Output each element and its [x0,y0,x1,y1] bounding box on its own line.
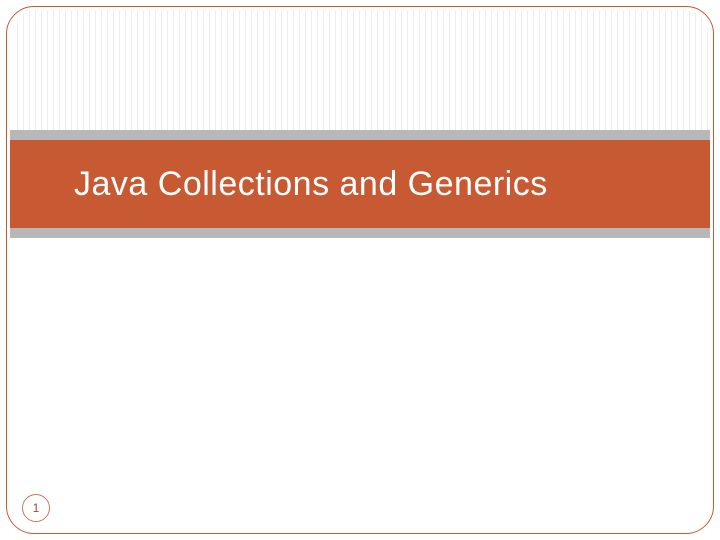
page-number: 1 [33,501,40,515]
banner-top-stripe [10,130,710,140]
banner-main: Java Collections and Generics [10,140,710,228]
decorative-pinstripes [12,10,708,130]
title-banner: Java Collections and Generics [10,130,710,238]
slide-title: Java Collections and Generics [74,165,548,204]
banner-bottom-stripe [10,228,710,238]
page-number-badge: 1 [22,494,50,522]
